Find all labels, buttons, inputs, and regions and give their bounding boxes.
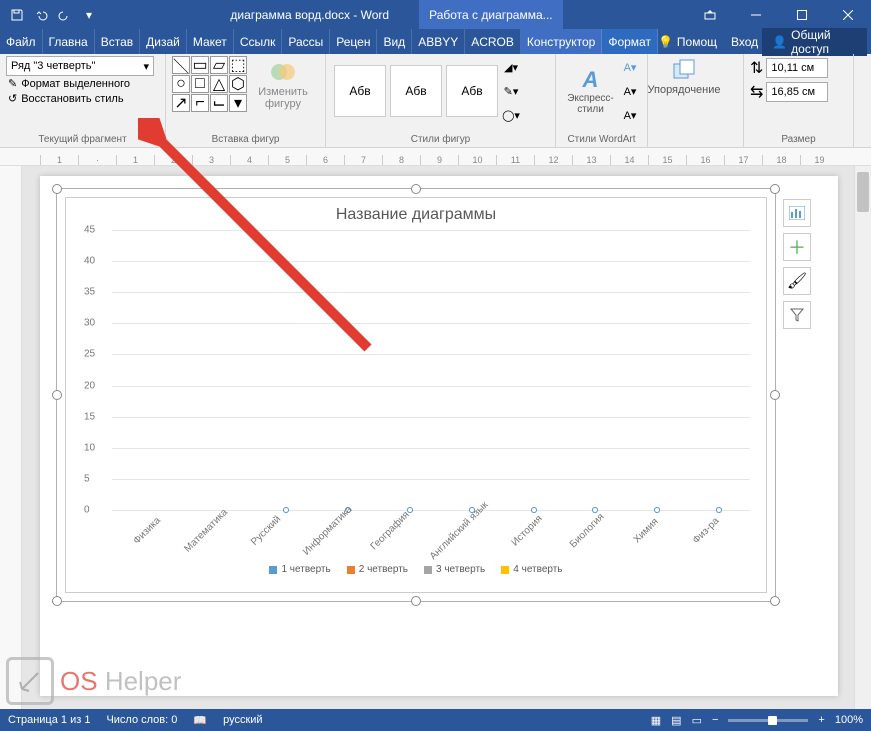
wordart-label: Экспресс-стили	[562, 93, 619, 115]
height-icon: ⇅	[750, 58, 763, 78]
height-input[interactable]: 10,11 см	[766, 58, 828, 78]
format-selection-label: Формат выделенного	[21, 78, 130, 90]
wordart-styles-button[interactable]: A Экспресс-стили	[562, 56, 619, 126]
tab-review[interactable]: Рецен	[330, 29, 377, 54]
chart-layout-icon[interactable]	[783, 199, 811, 227]
view-read-icon[interactable]: ▦	[651, 714, 661, 727]
change-shape-label: Изменить фигуру	[253, 86, 313, 110]
width-icon: ⇆	[750, 82, 763, 102]
group-size: Размер	[750, 132, 847, 147]
zoom-slider[interactable]	[728, 719, 808, 722]
width-input[interactable]: 16,85 см	[766, 82, 828, 102]
format-selection-button[interactable]: ✎ Формат выделенного	[6, 76, 159, 91]
chart-title[interactable]: Название диаграммы	[82, 206, 750, 224]
chart-add-element-icon[interactable]: ＋	[783, 233, 811, 261]
status-bar: Страница 1 из 1 Число слов: 0 📖 русский …	[0, 709, 871, 731]
group-arrange	[654, 143, 737, 147]
chart-element-selector[interactable]: Ряд "3 четверть"▾	[6, 56, 154, 76]
text-fill-button[interactable]: A▾	[619, 56, 641, 78]
shape-gallery[interactable]: ＼▭▱⬚ ○□△⬡ ↗⌐⌙▾	[172, 56, 247, 112]
tab-chart-design[interactable]: Конструктор	[521, 29, 602, 54]
text-effects-button[interactable]: A▾	[619, 104, 641, 126]
undo-icon[interactable]	[30, 4, 52, 26]
shape-fill-button[interactable]: ◢▾	[500, 56, 522, 78]
share-icon: 👤	[772, 35, 787, 49]
share-button[interactable]: 👤 Общий доступ	[762, 28, 867, 56]
style-preset-1[interactable]: Абв	[334, 65, 386, 117]
tab-insert[interactable]: Встав	[95, 29, 140, 54]
maximize-button[interactable]	[779, 0, 825, 29]
group-shape-styles: Стили фигур	[332, 132, 549, 147]
watermark-logo: OS Helper	[6, 657, 181, 705]
tab-format[interactable]: Формат	[602, 29, 658, 54]
style-preset-3[interactable]: Абв	[446, 65, 498, 117]
chart-filter-icon[interactable]	[783, 301, 811, 329]
status-language[interactable]: русский	[223, 714, 262, 726]
minimize-button[interactable]	[733, 0, 779, 29]
tab-acrobat[interactable]: ACROB	[465, 29, 521, 54]
group-wordart: Стили WordArt	[562, 132, 641, 147]
zoom-in-icon[interactable]: +	[818, 714, 824, 726]
tab-design[interactable]: Дизай	[140, 29, 187, 54]
contextual-tab-label: Работа с диаграмма...	[419, 0, 563, 29]
view-print-icon[interactable]: ▤	[671, 714, 681, 727]
reset-style-label: Восстановить стиль	[21, 93, 123, 105]
chart-plot-area[interactable]: 051015202530354045	[112, 230, 750, 510]
save-icon[interactable]	[6, 4, 28, 26]
zoom-out-icon[interactable]: −	[712, 714, 718, 726]
view-web-icon[interactable]: ▭	[692, 714, 702, 727]
arrange-label: Упорядочение	[648, 84, 721, 96]
width-value: 16,85 см	[771, 86, 815, 98]
tab-file[interactable]: Файл	[0, 29, 43, 54]
scrollbar-vertical[interactable]	[854, 166, 871, 709]
tab-view[interactable]: Вид	[377, 29, 412, 54]
status-words[interactable]: Число слов: 0	[106, 714, 177, 726]
signin-label[interactable]: Вход	[731, 35, 758, 49]
reset-style-icon: ↺	[8, 92, 17, 105]
status-page[interactable]: Страница 1 из 1	[8, 714, 90, 726]
tab-abbyy[interactable]: ABBYY	[412, 29, 465, 54]
ribbon-options-icon[interactable]	[687, 0, 733, 29]
qat-customize-icon[interactable]: ▾	[78, 4, 100, 26]
tab-mailings[interactable]: Рассы	[282, 29, 330, 54]
chart-object[interactable]: ＋ 🖌 Название диаграммы 05101520253035404…	[56, 188, 776, 602]
proofing-icon[interactable]: 📖	[193, 714, 207, 727]
change-shape-button[interactable]: Изменить фигуру	[253, 56, 313, 112]
ruler-horizontal[interactable]: 1·12345678910111213141516171819	[0, 148, 871, 166]
group-insert-shapes: Вставка фигур	[172, 132, 319, 147]
document-title: диаграмма ворд.docx - Word	[230, 8, 389, 22]
shape-styles-gallery[interactable]: Абв Абв Абв	[332, 63, 500, 119]
ruler-vertical[interactable]	[0, 166, 22, 709]
reset-style-button[interactable]: ↺ Восстановить стиль	[6, 91, 159, 106]
zoom-level[interactable]: 100%	[835, 714, 863, 726]
format-selection-icon: ✎	[8, 77, 17, 90]
text-outline-button[interactable]: A▾	[619, 80, 641, 102]
group-current-selection: Текущий фрагмент	[6, 132, 159, 147]
redo-icon[interactable]	[54, 4, 76, 26]
arrange-button[interactable]: Упорядочение	[654, 56, 714, 96]
ribbon: Ряд "3 четверть"▾ ✎ Формат выделенного ↺…	[0, 54, 871, 148]
help-label[interactable]: Помощ	[677, 35, 717, 49]
style-preset-2[interactable]: Абв	[390, 65, 442, 117]
height-value: 10,11 см	[771, 62, 814, 74]
ribbon-tabs: Файл Главна Встав Дизай Макет Ссылк Расс…	[0, 29, 871, 54]
document-page[interactable]: ＋ 🖌 Название диаграммы 05101520253035404…	[40, 176, 838, 696]
tab-home[interactable]: Главна	[43, 29, 95, 54]
chart-element-value: Ряд "3 четверть"	[11, 60, 95, 72]
close-button[interactable]	[825, 0, 871, 29]
shape-effects-button[interactable]: ◯▾	[500, 104, 522, 126]
shape-outline-button[interactable]: ✎▾	[500, 80, 522, 102]
lightbulb-icon: 💡	[658, 35, 673, 49]
tab-layout[interactable]: Макет	[187, 29, 234, 54]
share-label: Общий доступ	[791, 28, 857, 56]
tab-references[interactable]: Ссылк	[234, 29, 283, 54]
chart-styles-icon[interactable]: 🖌	[783, 267, 811, 295]
